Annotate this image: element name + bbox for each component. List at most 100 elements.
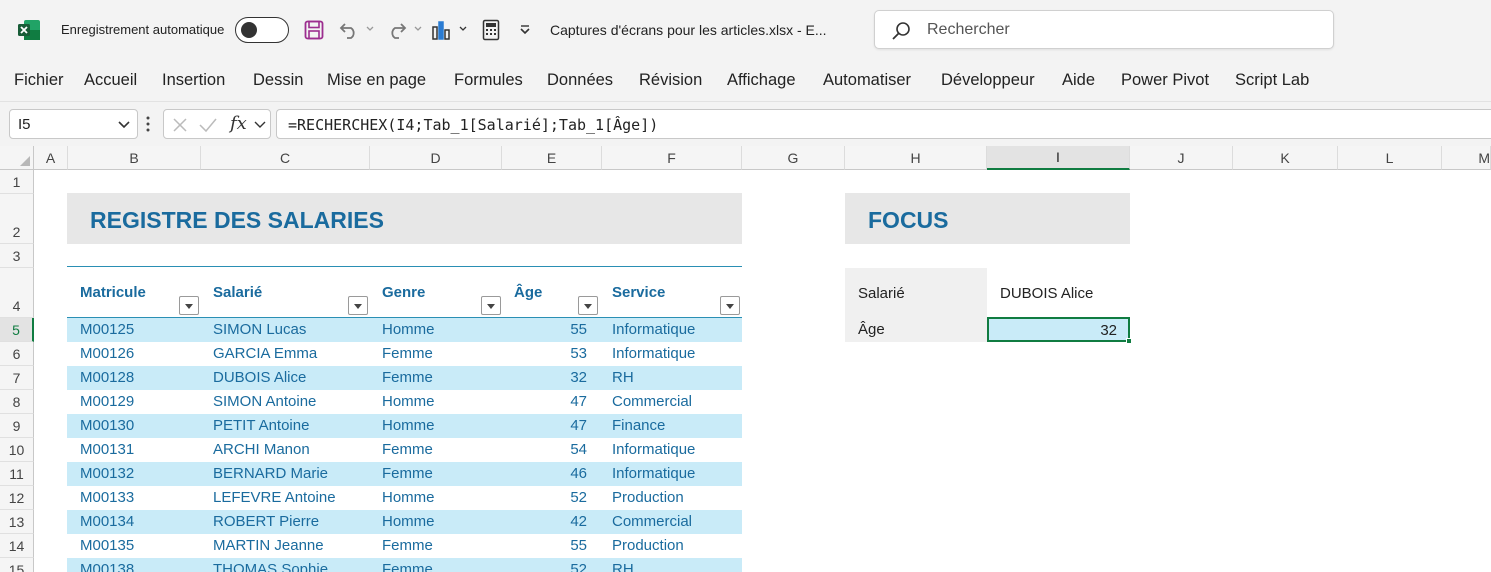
tab-script-lab[interactable]: Script Lab: [1235, 71, 1309, 90]
name-box[interactable]: I5: [9, 109, 138, 139]
row-header-11[interactable]: 11: [0, 462, 34, 486]
cell-salarie[interactable]: MARTIN Jeanne: [213, 537, 324, 554]
cell-age[interactable]: 52: [527, 489, 587, 506]
cell-matricule[interactable]: M00125: [80, 321, 134, 338]
select-all-corner[interactable]: [0, 146, 34, 170]
cell-genre[interactable]: Homme: [382, 321, 435, 338]
cell-salarie[interactable]: DUBOIS Alice: [213, 369, 306, 386]
filter-button-service[interactable]: [720, 296, 740, 315]
cell-genre[interactable]: Homme: [382, 393, 435, 410]
row-header-4[interactable]: 4: [0, 268, 34, 318]
cell-service[interactable]: Informatique: [612, 321, 695, 338]
cell-matricule[interactable]: M00133: [80, 489, 134, 506]
tab-donnees[interactable]: Données: [547, 71, 613, 90]
filter-button-salarie[interactable]: [348, 296, 368, 315]
selected-cell-i5[interactable]: 32: [987, 317, 1132, 344]
tab-power-pivot[interactable]: Power Pivot: [1121, 71, 1209, 90]
tab-developpeur[interactable]: Développeur: [941, 71, 1035, 90]
cell-matricule[interactable]: M00130: [80, 417, 134, 434]
cell-salarie[interactable]: GARCIA Emma: [213, 345, 317, 362]
row-header-5[interactable]: 5: [0, 318, 34, 342]
cell-salarie[interactable]: BERNARD Marie: [213, 465, 328, 482]
column-header-a[interactable]: A: [34, 146, 68, 170]
column-header-b[interactable]: B: [68, 146, 201, 170]
search-box[interactable]: Rechercher: [874, 10, 1334, 49]
chart-button[interactable]: [430, 17, 454, 43]
cell-service[interactable]: Commercial: [612, 393, 692, 410]
cell-service[interactable]: Commercial: [612, 513, 692, 530]
column-header-g[interactable]: G: [742, 146, 845, 170]
tab-affichage[interactable]: Affichage: [727, 71, 796, 90]
cell-service[interactable]: RH: [612, 369, 634, 386]
cell-genre[interactable]: Femme: [382, 561, 433, 572]
cell-salarie[interactable]: SIMON Lucas: [213, 321, 306, 338]
cell-service[interactable]: Informatique: [612, 345, 695, 362]
confirm-icon[interactable]: [199, 117, 217, 133]
row-header-9[interactable]: 9: [0, 414, 34, 438]
cell-age[interactable]: 42: [527, 513, 587, 530]
cell-genre[interactable]: Homme: [382, 513, 435, 530]
row-header-10[interactable]: 10: [0, 438, 34, 462]
autosave-toggle[interactable]: [235, 17, 289, 43]
cell-genre[interactable]: Femme: [382, 345, 433, 362]
redo-button[interactable]: [384, 17, 410, 43]
fill-handle[interactable]: [1126, 338, 1132, 344]
cell-age[interactable]: 47: [527, 417, 587, 434]
cell-genre[interactable]: Homme: [382, 489, 435, 506]
chart-chevron-icon[interactable]: [458, 24, 468, 34]
cell-salarie[interactable]: PETIT Antoine: [213, 417, 309, 434]
cell-age[interactable]: 54: [527, 441, 587, 458]
tab-aide[interactable]: Aide: [1062, 71, 1095, 90]
tab-automatiser[interactable]: Automatiser: [823, 71, 911, 90]
more-options-icon[interactable]: [146, 115, 150, 133]
cell-age[interactable]: 53: [527, 345, 587, 362]
tab-insertion[interactable]: Insertion: [162, 71, 225, 90]
cell-salarie[interactable]: ARCHI Manon: [213, 441, 310, 458]
row-header-12[interactable]: 12: [0, 486, 34, 510]
column-header-e[interactable]: E: [502, 146, 602, 170]
row-header-15[interactable]: 15: [0, 558, 34, 572]
insert-function-button[interactable]: fx: [230, 113, 247, 134]
fx-chevron-icon[interactable]: [254, 121, 266, 129]
tab-fichier[interactable]: Fichier: [14, 71, 64, 90]
tab-formules[interactable]: Formules: [454, 71, 523, 90]
customize-toolbar-button[interactable]: [515, 17, 535, 43]
cell-genre[interactable]: Femme: [382, 465, 433, 482]
cell-age[interactable]: 47: [527, 393, 587, 410]
row-header-1[interactable]: 1: [0, 170, 34, 194]
column-header-c[interactable]: C: [201, 146, 370, 170]
chevron-down-icon[interactable]: [118, 120, 130, 130]
column-header-m[interactable]: M: [1442, 146, 1491, 170]
row-header-7[interactable]: 7: [0, 366, 34, 390]
cell-service[interactable]: Informatique: [612, 465, 695, 482]
cell-salarie[interactable]: LEFEVRE Antoine: [213, 489, 336, 506]
cell-service[interactable]: Production: [612, 537, 684, 554]
calculator-button[interactable]: [480, 17, 502, 43]
cell-service[interactable]: Production: [612, 489, 684, 506]
cell-service[interactable]: RH: [612, 561, 634, 572]
row-header-3[interactable]: 3: [0, 244, 34, 268]
cell-age[interactable]: 55: [527, 321, 587, 338]
cell-service[interactable]: Finance: [612, 417, 665, 434]
cell-salarie[interactable]: ROBERT Pierre: [213, 513, 319, 530]
cell-matricule[interactable]: M00132: [80, 465, 134, 482]
cell-age[interactable]: 46: [527, 465, 587, 482]
cell-salarie[interactable]: SIMON Antoine: [213, 393, 316, 410]
save-button[interactable]: [302, 17, 326, 43]
filter-button-matricule[interactable]: [179, 296, 199, 315]
column-header-h[interactable]: H: [845, 146, 987, 170]
cell-salarie[interactable]: THOMAS Sophie: [213, 561, 328, 572]
tab-revision[interactable]: Révision: [639, 71, 702, 90]
cell-matricule[interactable]: M00126: [80, 345, 134, 362]
column-header-i[interactable]: I: [987, 146, 1130, 170]
tab-dessin[interactable]: Dessin: [253, 71, 303, 90]
cell-genre[interactable]: Femme: [382, 441, 433, 458]
column-header-l[interactable]: L: [1338, 146, 1442, 170]
column-header-f[interactable]: F: [602, 146, 742, 170]
column-header-j[interactable]: J: [1130, 146, 1233, 170]
cell-matricule[interactable]: M00129: [80, 393, 134, 410]
cell-age[interactable]: 55: [527, 537, 587, 554]
tab-mise-en-page[interactable]: Mise en page: [327, 71, 426, 90]
undo-button[interactable]: [336, 17, 362, 43]
cell-age[interactable]: 32: [527, 369, 587, 386]
